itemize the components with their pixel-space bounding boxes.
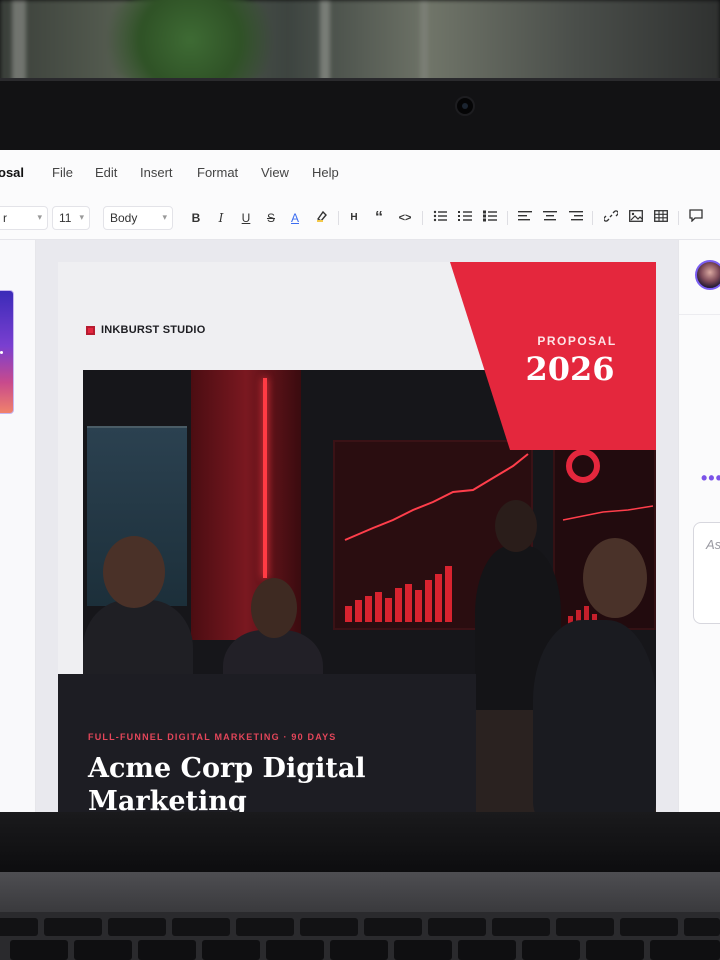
photo-person — [583, 538, 647, 618]
laptop-deck — [0, 872, 720, 912]
align-center-icon[interactable] — [541, 209, 559, 227]
keyboard-key — [236, 918, 294, 936]
keyboard-key — [300, 918, 358, 936]
document-canvas: INKBURST STUDIO PROPOSAL 2026 FULL-FUNNE… — [36, 240, 678, 812]
code-button[interactable]: <> — [396, 209, 414, 227]
keyboard-key — [556, 918, 614, 936]
keyboard-key — [684, 918, 720, 936]
cover-title[interactable]: Acme Corp Digital Marketing — [88, 752, 468, 812]
photo-scene: osal File Edit Insert Format View Help r… — [0, 0, 720, 960]
chevron-down-icon: ▾ — [37, 212, 42, 222]
formatting-toolbar: r ▾ 11 ▾ Body ▾ B I U S A H “ <> — [0, 196, 720, 240]
menu-view[interactable]: View — [261, 165, 289, 180]
keyboard-key — [138, 940, 196, 960]
keyboard-key — [394, 940, 452, 960]
menu-help[interactable]: Help — [312, 165, 339, 180]
quote-button[interactable]: “ — [370, 209, 388, 227]
keyboard-key — [74, 940, 132, 960]
font-size-select[interactable]: 11 ▾ — [52, 206, 90, 230]
toolbar-divider — [678, 211, 679, 225]
image-icon[interactable] — [627, 209, 645, 227]
text-color-button[interactable]: A — [286, 209, 304, 227]
assistant-input[interactable]: As — [693, 522, 720, 624]
proposal-year: 2026 — [525, 350, 615, 388]
heading-button[interactable]: H — [345, 209, 363, 227]
panel-divider — [679, 314, 720, 315]
photo-person — [495, 500, 537, 552]
keyboard-key — [44, 918, 102, 936]
underline-button[interactable]: U — [237, 209, 255, 227]
toolbar-divider — [422, 211, 423, 225]
chevron-down-icon: ▾ — [79, 212, 84, 222]
font-family-select[interactable]: r ▾ — [0, 206, 48, 230]
toolbar-divider — [507, 211, 508, 225]
keyboard-key — [620, 918, 678, 936]
toolbar-divider — [338, 211, 339, 225]
checklist-icon[interactable] — [481, 209, 499, 227]
menu-file[interactable]: File — [52, 165, 73, 180]
keyboard-key — [202, 940, 260, 960]
cover-caption-block: FULL-FUNNEL DIGITAL MARKETING · 90 DAYS … — [58, 674, 476, 812]
typing-indicator-icon: ••• — [701, 468, 720, 488]
cover-subtitle: FULL-FUNNEL DIGITAL MARKETING · 90 DAYS — [88, 732, 337, 742]
table-icon[interactable] — [652, 209, 670, 227]
plant-blur — [90, 0, 290, 90]
photo-person — [251, 578, 297, 638]
keyboard-key — [650, 940, 720, 960]
keyboard-key — [522, 940, 580, 960]
comment-icon[interactable] — [687, 209, 705, 227]
keyboard-key — [492, 918, 550, 936]
highlight-icon[interactable] — [313, 209, 331, 227]
keyboard-key — [10, 940, 68, 960]
menubar: osal File Edit Insert Format View Help — [0, 150, 720, 196]
menu-insert[interactable]: Insert — [140, 165, 173, 180]
font-size-value: 11 — [59, 211, 72, 225]
keyboard-key — [330, 940, 388, 960]
paragraph-style-select[interactable]: Body ▾ — [103, 206, 173, 230]
photo-person — [533, 620, 656, 812]
link-icon[interactable] — [602, 209, 620, 227]
italic-button[interactable]: I — [212, 209, 230, 227]
webcam — [455, 96, 475, 116]
bold-button[interactable]: B — [187, 209, 205, 227]
brand-name: INKBURST STUDIO — [101, 324, 206, 336]
align-left-icon[interactable] — [516, 209, 534, 227]
document-title[interactable]: osal — [0, 165, 24, 180]
font-family-value: r — [3, 211, 7, 225]
keyboard-key — [586, 940, 644, 960]
brand-mark-icon — [86, 325, 95, 335]
brand-logo: INKBURST STUDIO — [86, 324, 205, 336]
avatar[interactable] — [695, 260, 720, 290]
photo-person — [103, 536, 165, 608]
strikethrough-button[interactable]: S — [262, 209, 280, 227]
keyboard-key — [458, 940, 516, 960]
align-right-icon[interactable] — [567, 209, 585, 227]
proposal-page[interactable]: INKBURST STUDIO PROPOSAL 2026 FULL-FUNNE… — [58, 262, 656, 812]
page-thumbnail[interactable] — [0, 290, 14, 414]
laptop-hinge — [0, 812, 720, 872]
keyboard-key — [0, 918, 38, 936]
assistant-input-placeholder: As — [706, 537, 720, 552]
keyboard-key — [266, 940, 324, 960]
toolbar-divider — [592, 211, 593, 225]
menu-edit[interactable]: Edit — [95, 165, 117, 180]
page-thumbnails-panel — [0, 240, 36, 812]
assistant-panel: ••• As — [678, 240, 720, 812]
keyboard-key — [108, 918, 166, 936]
chevron-down-icon: ▾ — [162, 212, 167, 222]
keyboard-key — [364, 918, 422, 936]
numbered-list-icon[interactable] — [456, 209, 474, 227]
menu-format[interactable]: Format — [197, 165, 238, 180]
bullet-list-icon[interactable] — [431, 209, 449, 227]
keyboard-key — [428, 918, 486, 936]
paragraph-style-value: Body — [110, 211, 138, 225]
thumbnail-mark — [0, 351, 3, 354]
keyboard-key — [172, 918, 230, 936]
app-window: osal File Edit Insert Format View Help r… — [0, 150, 720, 812]
proposal-label: PROPOSAL — [537, 334, 617, 348]
